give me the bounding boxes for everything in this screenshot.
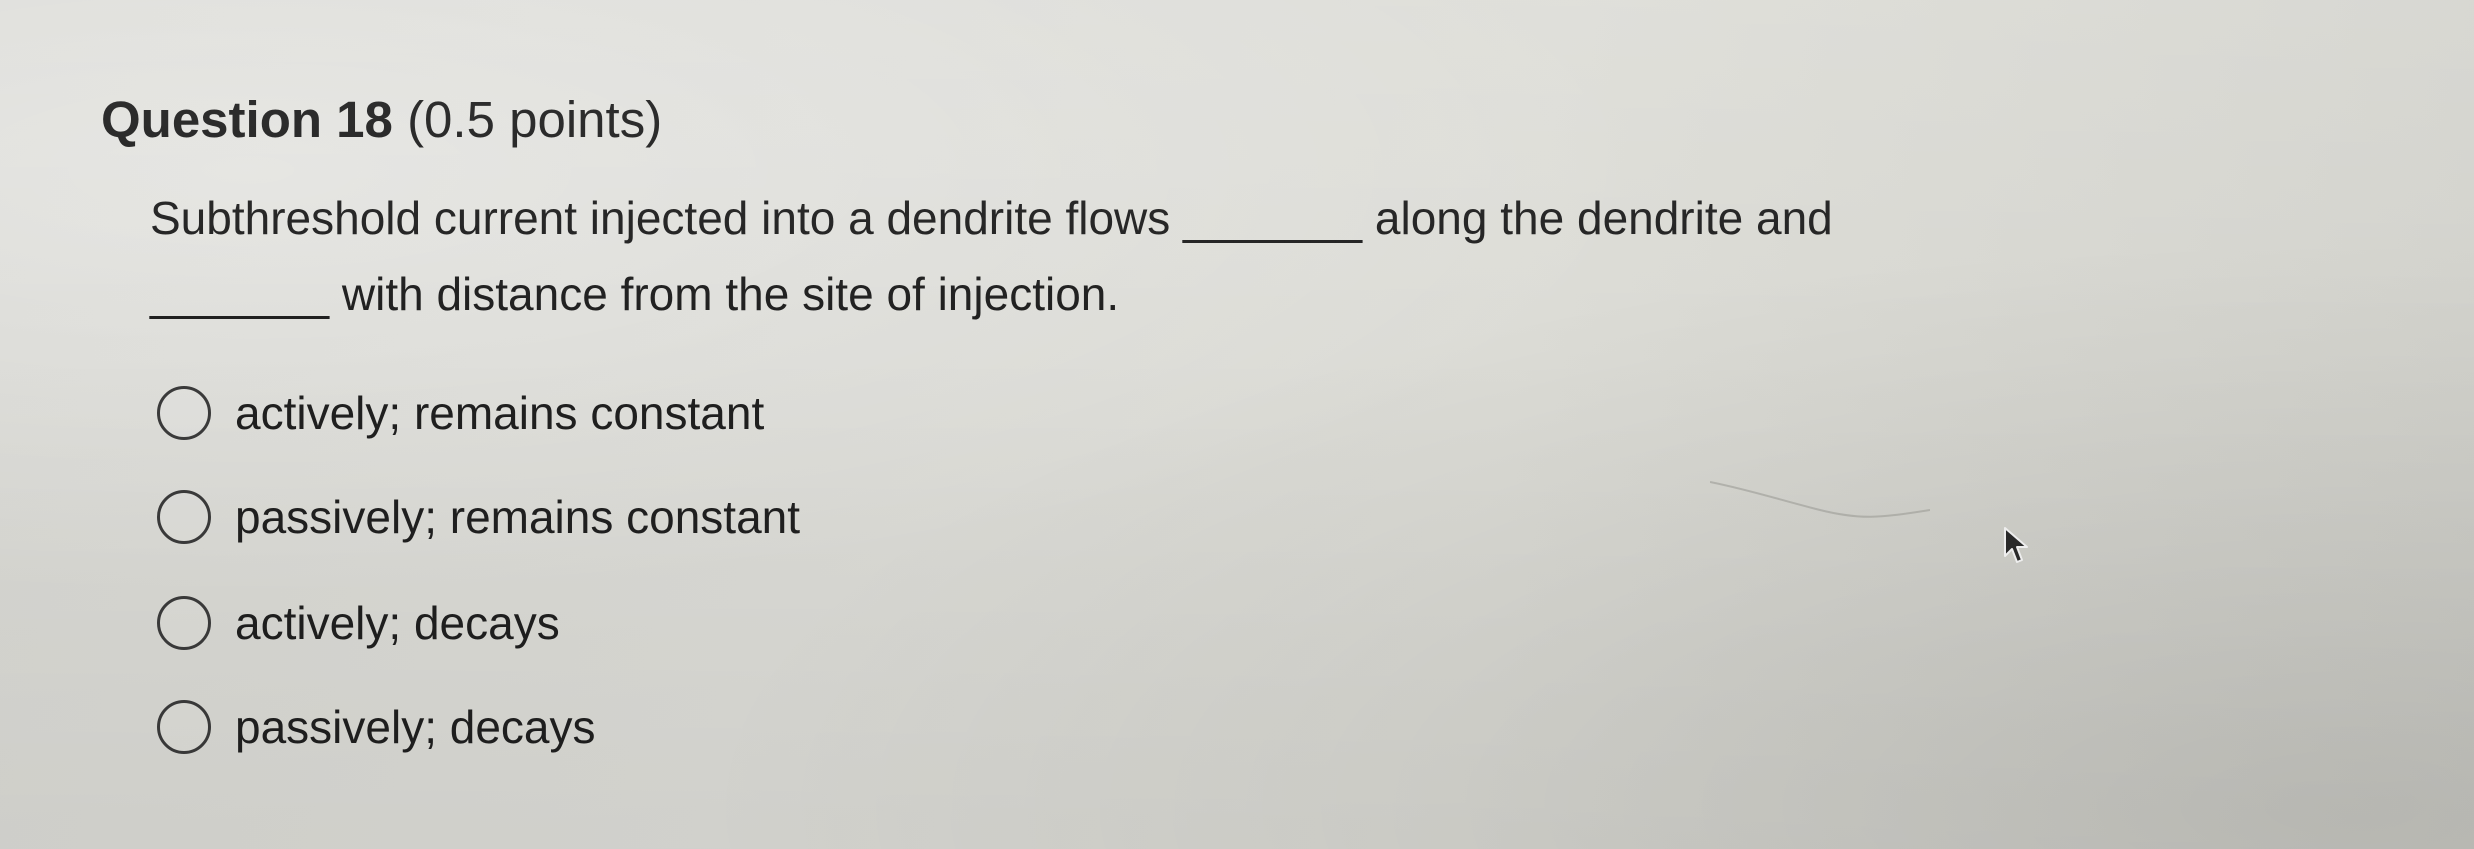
- answer-label: passively; remains constant: [235, 491, 801, 543]
- mouse-pointer-icon: [2004, 527, 2028, 563]
- radio-button[interactable]: [157, 700, 211, 754]
- answer-option-actively-decays[interactable]: actively; decays: [157, 595, 1357, 651]
- answer-label: passively; decays: [235, 701, 596, 753]
- prompt-text-line2-end: with distance from the site of injection…: [329, 268, 1120, 320]
- blank-2: _______: [150, 268, 330, 320]
- answer-label: actively; decays: [235, 597, 560, 649]
- prompt-line-1: Subthreshold current injected into a den…: [150, 180, 2010, 256]
- answer-label: actively; remains constant: [235, 387, 765, 439]
- question-heading: Question 18 (0.5 points): [101, 90, 662, 150]
- screen-crease-mark: [1710, 481, 1930, 518]
- prompt-text-start: Subthreshold current injected into a den…: [150, 192, 1184, 244]
- radio-button[interactable]: [157, 490, 211, 544]
- answer-option-actively-remains-constant[interactable]: actively; remains constant: [157, 385, 1357, 441]
- radio-button[interactable]: [157, 596, 211, 650]
- blank-1: _______: [1183, 192, 1363, 244]
- question-prompt: Subthreshold current injected into a den…: [150, 180, 2010, 332]
- prompt-line-2: _______ with distance from the site of i…: [150, 256, 2010, 332]
- question-number: Question 18: [101, 91, 393, 148]
- question-container: Question 18 (0.5 points) Subthreshold cu…: [0, 0, 2474, 849]
- answer-options: actively; remains constant passively; re…: [157, 385, 1357, 803]
- answer-option-passively-decays[interactable]: passively; decays: [157, 699, 1357, 755]
- prompt-text-line1-end: along the dendrite and: [1362, 192, 1833, 244]
- radio-button[interactable]: [157, 386, 211, 440]
- answer-option-passively-remains-constant[interactable]: passively; remains constant: [157, 489, 1357, 545]
- question-points: (0.5 points): [407, 91, 663, 148]
